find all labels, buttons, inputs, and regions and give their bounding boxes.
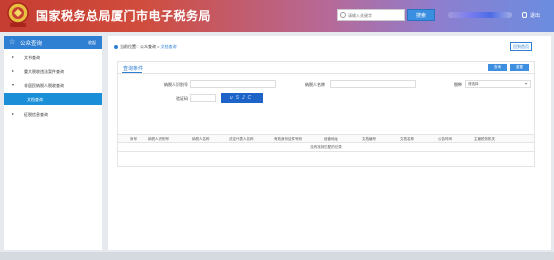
search-box[interactable] (337, 9, 405, 21)
site-title: 国家税务总局厦门市电子税务局 (36, 9, 212, 23)
tax-type-value: 请选择 (468, 82, 479, 86)
chevron-down-icon: ▾ (524, 81, 527, 86)
sidebar-item-label: 文档查询 (27, 97, 43, 102)
sidebar-header[interactable]: ☆ 公众查询 收起 (4, 36, 102, 49)
location-icon (114, 44, 118, 49)
column-header: 经营地址 (324, 137, 338, 141)
tax-type-select[interactable]: 请选择 ▾ (465, 80, 531, 88)
breadcrumb: 当前位置：公众查询 > 文档查询 (114, 44, 177, 50)
column-header: 文档名称 (400, 137, 414, 141)
column-header: 有效身份证件号码 (274, 137, 302, 141)
search-button[interactable]: 搜索 (407, 9, 435, 21)
query-panel: 查询条件 查询 重置 纳税人识别号 纳税人名称 税种 请选择 ▾ 验证码 uSJ… (117, 61, 535, 167)
logout-link[interactable]: 退出 (530, 12, 540, 19)
sidebar-item-label: 文书查询 (24, 55, 40, 60)
user-info (448, 12, 512, 18)
main-content: 当前位置：公众查询 > 文档查询 回到首页 查询条件 查询 重置 纳税人识别号 … (108, 36, 551, 250)
search-icon (340, 12, 346, 18)
sidebar-item-doc-query[interactable]: 文档查询 (4, 93, 102, 105)
breadcrumb-prefix: 当前位置： (120, 44, 140, 49)
caret-down-icon: ▾ (12, 82, 15, 87)
result-table-header: 序号 纳税人识别号 纳税人名称 法定代表人名称 有效身份证件号码 经营地址 文档… (118, 134, 534, 143)
star-icon: ☆ (9, 39, 16, 46)
sidebar-item-label: 重大税收违法案件查询 (24, 69, 64, 74)
query-panel-title: 查询条件 (123, 66, 144, 72)
tax-emblem-icon (7, 2, 29, 27)
caret-right-icon: ▸ (12, 68, 15, 73)
column-header: 文档编号 (362, 137, 376, 141)
home-button[interactable]: 回到首页 (510, 42, 532, 51)
logout-icon[interactable] (522, 12, 527, 18)
reset-button[interactable]: 重置 (510, 64, 529, 71)
sidebar-item-tax-info[interactable]: ▸ 征税信息查询 (4, 108, 102, 120)
taxpayer-id-input[interactable] (190, 80, 276, 88)
bottom-scrollbar[interactable] (0, 252, 554, 260)
captcha-image[interactable]: uSJC (221, 93, 263, 103)
sidebar-collapse[interactable]: 收起 (88, 40, 96, 46)
sidebar-item-nonresident[interactable]: ▾ 非居民纳税人税收查询 (4, 79, 102, 91)
search-input[interactable] (348, 10, 404, 20)
caret-right-icon: ▸ (12, 54, 15, 59)
empty-result-row: 没有找到匹配的记录 (118, 143, 534, 152)
top-header: 国家税务总局厦门市电子税务局 搜索 退出 (0, 0, 554, 32)
column-header: 序号 (130, 137, 137, 141)
column-header: 主管税务机关 (474, 137, 495, 141)
column-header: 法定代表人名称 (229, 137, 254, 141)
sidebar-item-label: 非居民纳税人税收查询 (24, 83, 64, 88)
taxpayer-name-input[interactable] (330, 80, 416, 88)
sidebar-item-violations[interactable]: ▸ 重大税收违法案件查询 (4, 65, 102, 77)
query-panel-header: 查询条件 查询 重置 (118, 62, 534, 74)
sidebar: ☆ 公众查询 收起 ▸ 文书查询 ▸ 重大税收违法案件查询 ▾ 非居民纳税人税收… (4, 36, 102, 250)
caret-right-icon: ▸ (12, 111, 15, 116)
column-header: 公告时间 (438, 137, 452, 141)
taxpayer-name-label: 纳税人名称 (305, 82, 325, 87)
taxpayer-id-label: 纳税人识别号 (164, 82, 188, 87)
query-button[interactable]: 查询 (488, 64, 507, 71)
column-header: 纳税人识别号 (148, 137, 169, 141)
tab-underline (122, 72, 142, 73)
breadcrumb-current: 文档查询 (160, 44, 177, 49)
captcha-input[interactable] (190, 94, 216, 102)
sidebar-item-label: 征税信息查询 (24, 112, 48, 117)
sidebar-title: 公众查询 (20, 41, 43, 47)
breadcrumb-section[interactable]: 公众查询 (140, 44, 156, 49)
column-header: 纳税人名称 (192, 137, 210, 141)
sidebar-item-documents[interactable]: ▸ 文书查询 (4, 51, 102, 63)
captcha-label: 验证码 (176, 96, 188, 101)
tax-type-label: 税种 (454, 82, 462, 87)
